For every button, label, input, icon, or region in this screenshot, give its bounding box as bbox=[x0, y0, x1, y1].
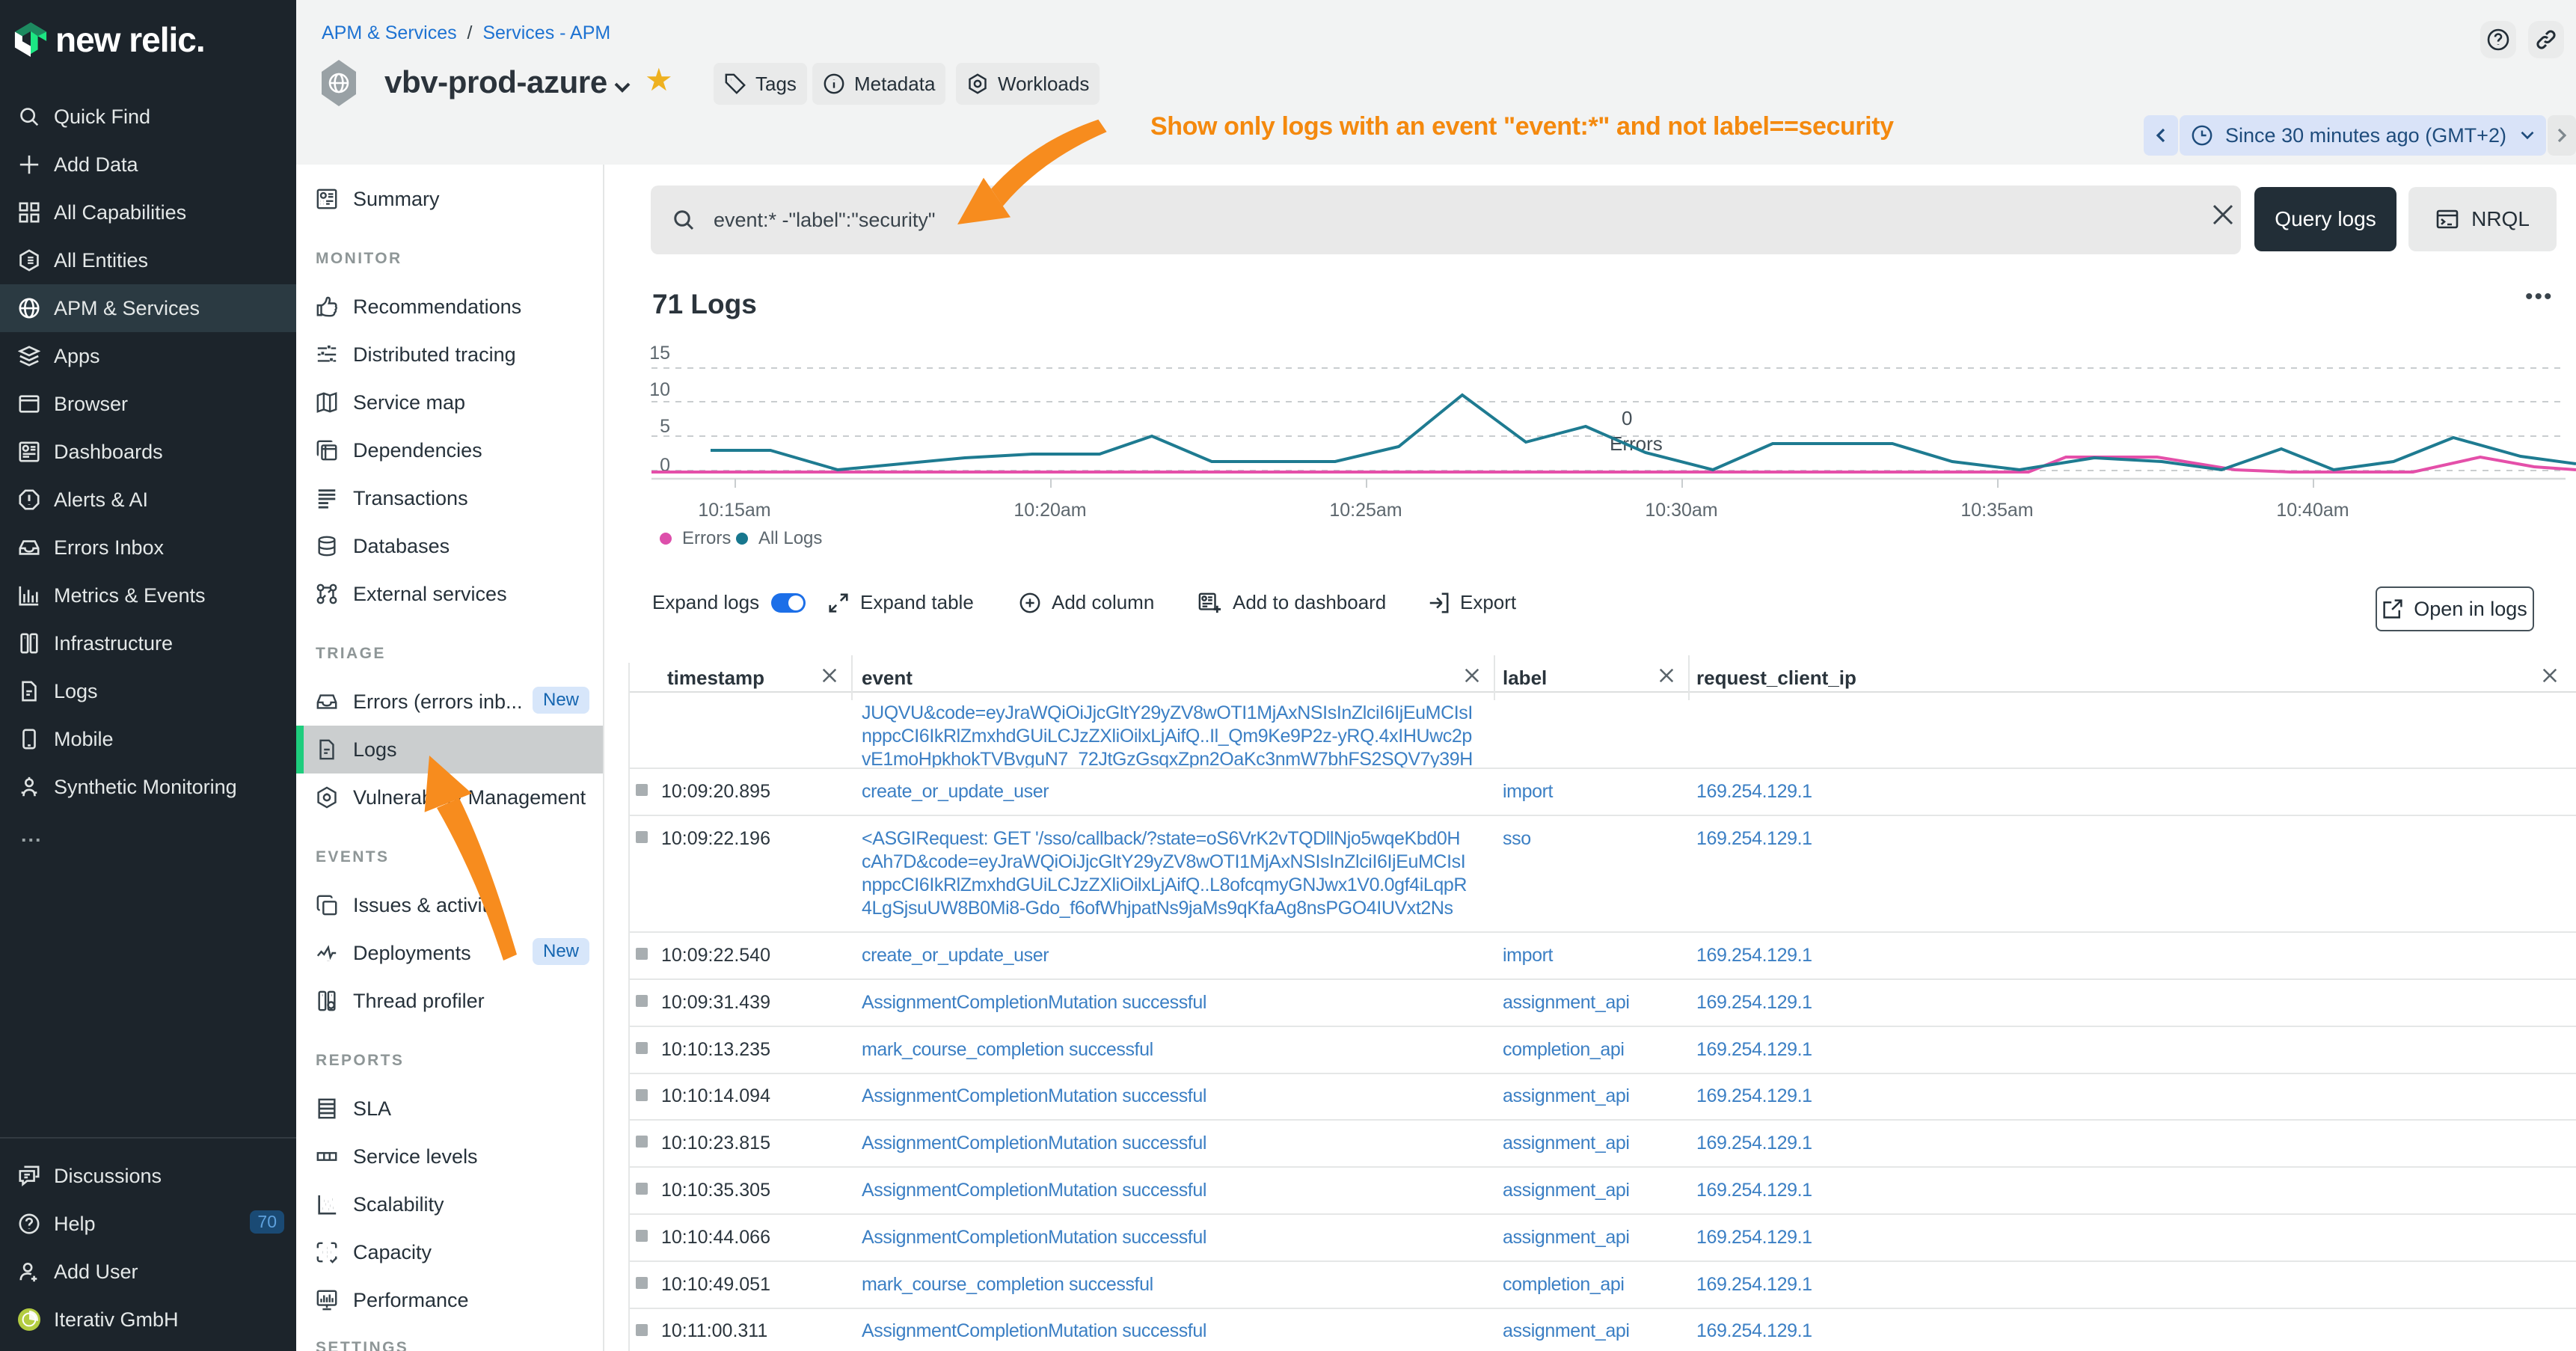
svg-text:10:35am: 10:35am bbox=[1960, 500, 2033, 521]
svg-text:Errors: Errors bbox=[1610, 432, 1663, 455]
svg-text:10: 10 bbox=[649, 379, 670, 400]
svg-text:10:30am: 10:30am bbox=[1645, 500, 1717, 521]
svg-text:10:15am: 10:15am bbox=[698, 500, 770, 521]
svg-text:10:40am: 10:40am bbox=[2276, 500, 2349, 521]
svg-text:10:20am: 10:20am bbox=[1013, 500, 1086, 521]
svg-text:5: 5 bbox=[660, 416, 670, 437]
svg-text:10:25am: 10:25am bbox=[1329, 500, 1402, 521]
svg-text:15: 15 bbox=[649, 343, 670, 364]
svg-text:0: 0 bbox=[1622, 407, 1632, 429]
